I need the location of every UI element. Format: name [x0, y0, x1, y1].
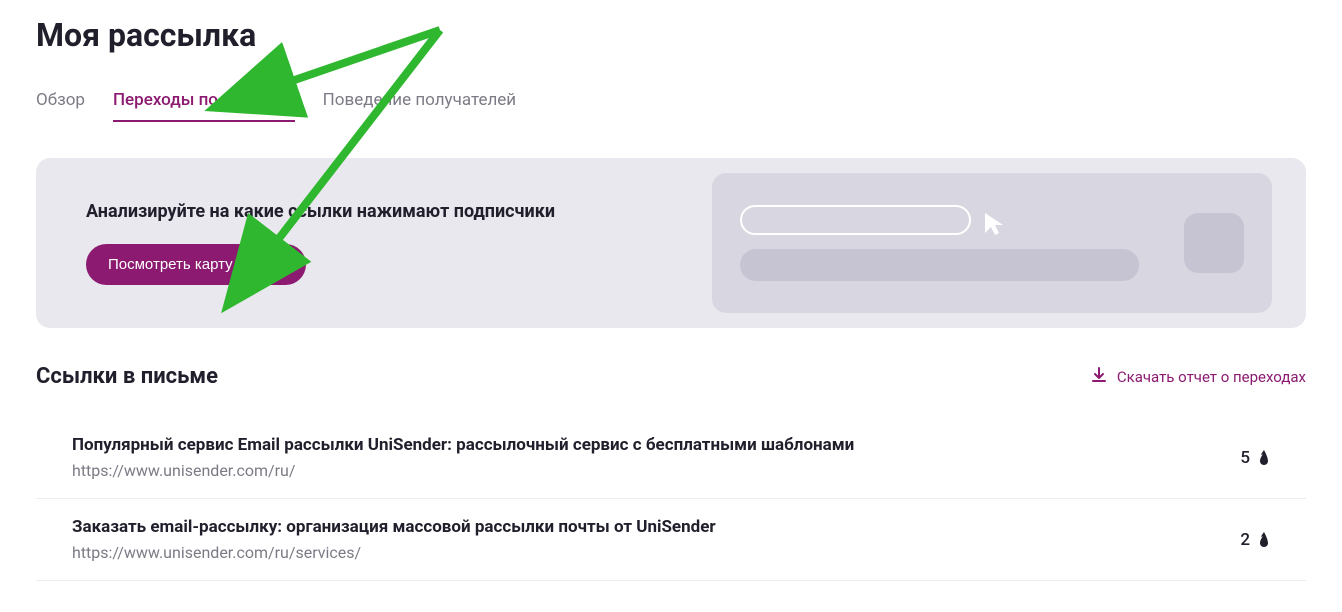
list-item[interactable]: Популярный сервис Email рассылки UniSend…: [36, 417, 1306, 499]
banner-title: Анализируйте на какие ссылки нажимают по…: [86, 201, 555, 222]
fire-icon: [1258, 450, 1270, 466]
link-url: https://www.unisender.com/ru/services/: [72, 543, 1240, 562]
tab-overview[interactable]: Обзор: [36, 90, 85, 122]
view-click-map-button[interactable]: Посмотреть карту кликов: [86, 244, 306, 285]
download-icon: [1091, 367, 1107, 387]
page-title: Моя рассылка: [0, 0, 1342, 62]
links-list: Популярный сервис Email рассылки UniSend…: [0, 399, 1342, 581]
link-title: Заказать email-рассылку: организация мас…: [72, 517, 1240, 537]
link-title: Популярный сервис Email рассылки UniSend…: [72, 435, 1240, 455]
list-item[interactable]: Заказать email-рассылку: организация мас…: [36, 499, 1306, 581]
link-count: 5: [1240, 448, 1250, 468]
fire-icon: [1258, 532, 1270, 548]
tab-link-clicks[interactable]: Переходы по ссылкам: [113, 90, 295, 122]
cursor-icon: [983, 211, 1007, 241]
link-count: 2: [1240, 530, 1250, 550]
download-report-link[interactable]: Скачать отчет о переходах: [1091, 367, 1306, 387]
download-report-label: Скачать отчет о переходах: [1117, 368, 1306, 386]
links-section-title: Ссылки в письме: [36, 364, 218, 389]
link-url: https://www.unisender.com/ru/: [72, 461, 1240, 480]
click-map-banner: Анализируйте на какие ссылки нажимают по…: [36, 158, 1306, 328]
tabs: Обзор Переходы по ссылкам Поведение полу…: [0, 62, 1342, 122]
banner-illustration: [712, 173, 1272, 313]
tab-recipient-behavior[interactable]: Поведение получателей: [323, 90, 516, 122]
